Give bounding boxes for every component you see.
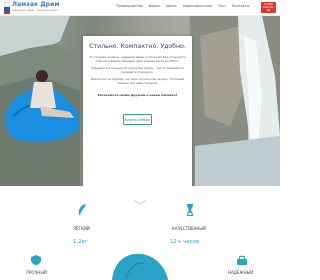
chevron-down-icon[interactable] — [133, 199, 147, 205]
nav-item-test[interactable]: Тест — [218, 4, 226, 8]
nav-item-contacts[interactable]: Контакты — [232, 4, 249, 8]
brand-tagline: надувной диван · ленивый диван — [12, 9, 58, 12]
hero-title: Стильно. Компактно. Удобно. — [89, 43, 186, 50]
feature-label-light: лёгкий — [73, 226, 90, 231]
nav-item-specs[interactable]: Характеристики — [183, 4, 212, 8]
phone-button[interactable]: 8 800 100-00-00 — [261, 2, 276, 13]
feature-label-quality: качественный — [172, 226, 206, 231]
bag-icon — [112, 253, 168, 280]
clock-icon — [187, 204, 193, 216]
feature-value-light: 1,2кг — [73, 239, 88, 245]
buy-now-button[interactable]: Купить сейчас — [123, 114, 152, 125]
nav-item-advantages[interactable]: Преимущества — [116, 4, 143, 8]
feature-label-reliable: надежный — [228, 270, 254, 275]
feather-icon — [78, 204, 86, 217]
hero-paragraph-1: Это модная новинка - надувной диван в ст… — [89, 55, 186, 63]
hero-question: Расскажете своим друзьям о новом ламзаке… — [97, 93, 178, 97]
hero-paragraph-3: Берите его на природу, на пляж, в поход … — [91, 77, 184, 85]
hero-section: Стильно. Компактно. Удобно. Это модная н… — [0, 16, 280, 186]
nav-item-video[interactable]: Видео — [149, 4, 160, 8]
feature-label-durable: прочный — [26, 270, 47, 275]
lock-icon — [237, 255, 247, 265]
hero-card: Стильно. Компактно. Удобно. Это модная н… — [83, 36, 192, 186]
main-nav: Преимущества Видео Цвета Характеристики … — [116, 4, 255, 8]
shield-icon — [31, 255, 41, 265]
brand-logo[interactable]: Ламзак Дрим — [12, 1, 59, 8]
site-header: Ламзак Дрим надувной диван · ленивый див… — [0, 0, 280, 16]
feature-value-quality: 12+ часов — [170, 239, 200, 245]
nav-item-colors[interactable]: Цвета — [166, 4, 177, 8]
hero-paragraph-2: Надувается в течение 20 секунд без помпы… — [90, 66, 185, 74]
flag-icon — [4, 2, 10, 14]
